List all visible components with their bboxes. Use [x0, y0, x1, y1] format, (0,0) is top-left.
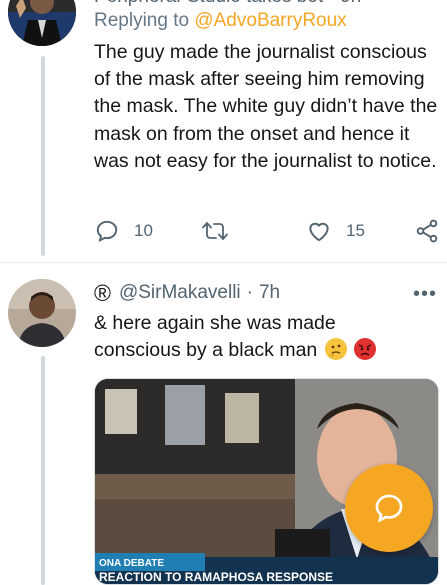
compose-reply-button[interactable] [345, 464, 433, 552]
avatar-photo-icon [8, 279, 76, 347]
user-handle[interactable]: @SirMakavelli [119, 282, 241, 304]
like-button[interactable]: 15 [306, 216, 365, 246]
reply-icon [375, 494, 403, 523]
reply-handle-link[interactable]: @AdvoBarryRoux [194, 10, 346, 31]
tweet-actions: 10 15 [94, 216, 444, 246]
like-count: 15 [346, 221, 365, 240]
avatar-photo-icon [8, 0, 76, 46]
media-banner-label: ONA DEBATE [99, 558, 164, 569]
reply-button[interactable]: 10 [94, 216, 153, 246]
more-options-icon[interactable]: ••• [413, 283, 437, 306]
meta-separator: · [246, 282, 253, 303]
replying-to-label: Replying to [94, 10, 190, 31]
tweet-text-body: & here again she was made conscious by a… [94, 312, 336, 362]
media-ticker-text: REACTION TO RAMAPHOSA RESPONSE [99, 570, 333, 584]
reply-icon [96, 220, 118, 242]
share-icon [416, 219, 438, 243]
tweet-text: The guy made the journalist conscious of… [94, 41, 438, 172]
tweet-header: Peripheral-Studio takes bot · 9h [94, 0, 434, 8]
heart-icon [309, 222, 329, 242]
retweet-button[interactable] [201, 216, 229, 246]
avatar[interactable] [8, 279, 76, 347]
tweet-meta: ® @SirMakavelli · 7h [94, 279, 280, 307]
retweet-icon [202, 222, 228, 240]
avatar[interactable] [8, 0, 76, 46]
replying-to: Replying to @AdvoBarryRoux [94, 10, 347, 32]
thinking-face-emoji-icon [324, 338, 347, 361]
tweet-time[interactable]: 7h [259, 282, 280, 304]
tweet-text: & here again she was made conscious by a… [94, 310, 414, 364]
thread-line-bottom [41, 356, 45, 585]
registered-badge: ® [94, 279, 111, 306]
reply-count: 10 [134, 221, 153, 240]
angry-face-emoji-icon [354, 338, 377, 361]
share-button[interactable] [414, 216, 440, 246]
thread-line-top [41, 56, 45, 256]
tweet-divider [0, 262, 447, 263]
